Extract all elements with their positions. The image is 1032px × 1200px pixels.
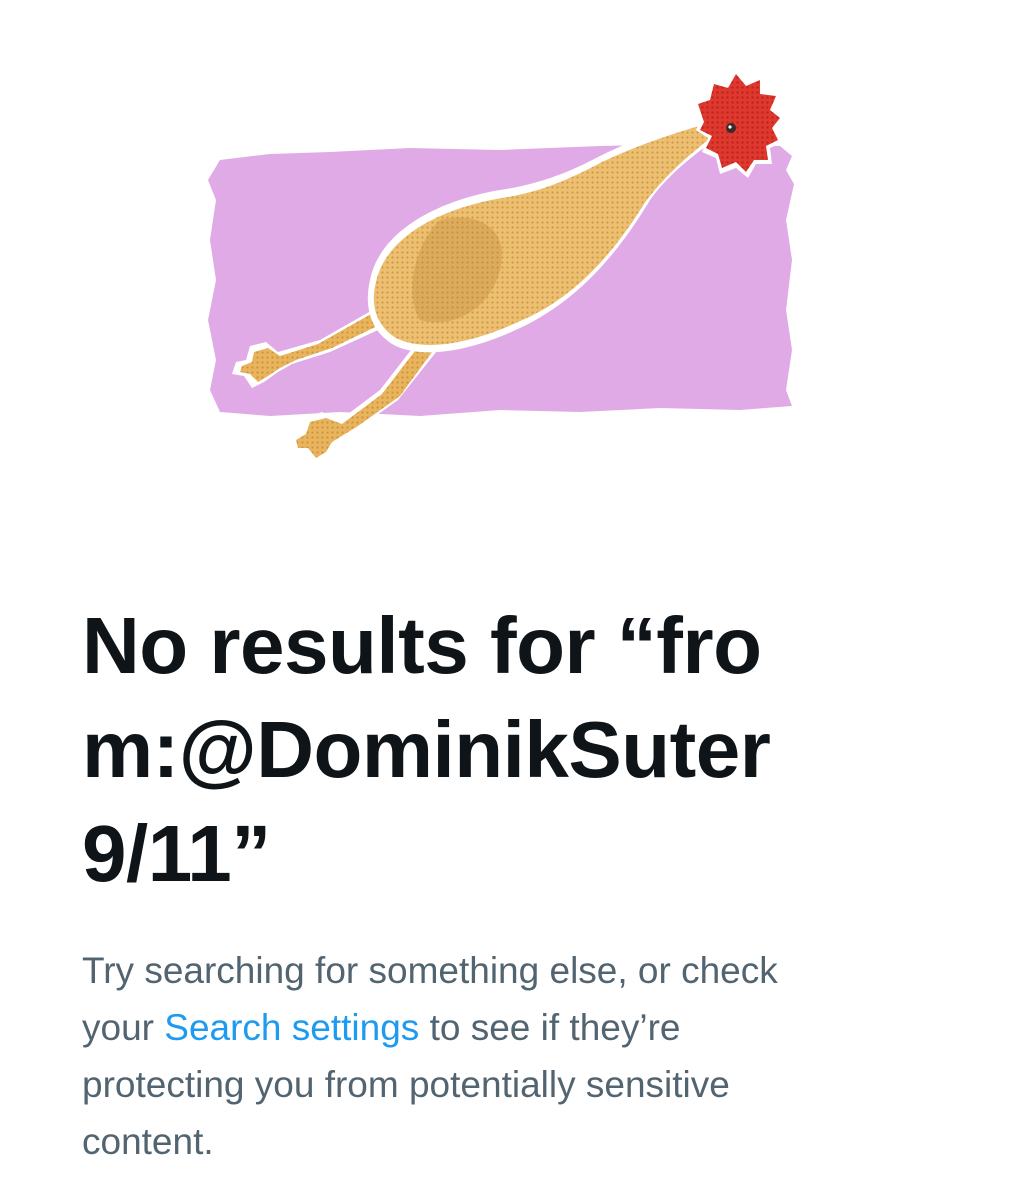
title-line-1: No results for “fro	[82, 601, 762, 690]
title-line-3: 9/11”	[82, 809, 271, 898]
title-line-2: m:@DominikSuter	[82, 705, 771, 794]
no-results-message: Try searching for something else, or che…	[82, 942, 962, 1170]
message-line-2-after: to see if they’re	[419, 1007, 681, 1048]
message-line-2: your Search settings to see if they’re	[82, 999, 962, 1056]
message-line-3: protecting you from potentially sensitiv…	[82, 1064, 730, 1105]
search-empty-state: No results for “fro m:@DominikSuter 9/11…	[0, 0, 1032, 1200]
message-line-1: Try searching for something else, or che…	[82, 950, 778, 991]
rubber-chicken-illustration	[180, 60, 860, 500]
message-line-4: content.	[82, 1121, 214, 1162]
search-settings-link[interactable]: Search settings	[164, 1007, 419, 1048]
message-line-2-before: your	[82, 1007, 165, 1048]
no-results-title: No results for “fro m:@DominikSuter 9/11…	[82, 594, 962, 906]
